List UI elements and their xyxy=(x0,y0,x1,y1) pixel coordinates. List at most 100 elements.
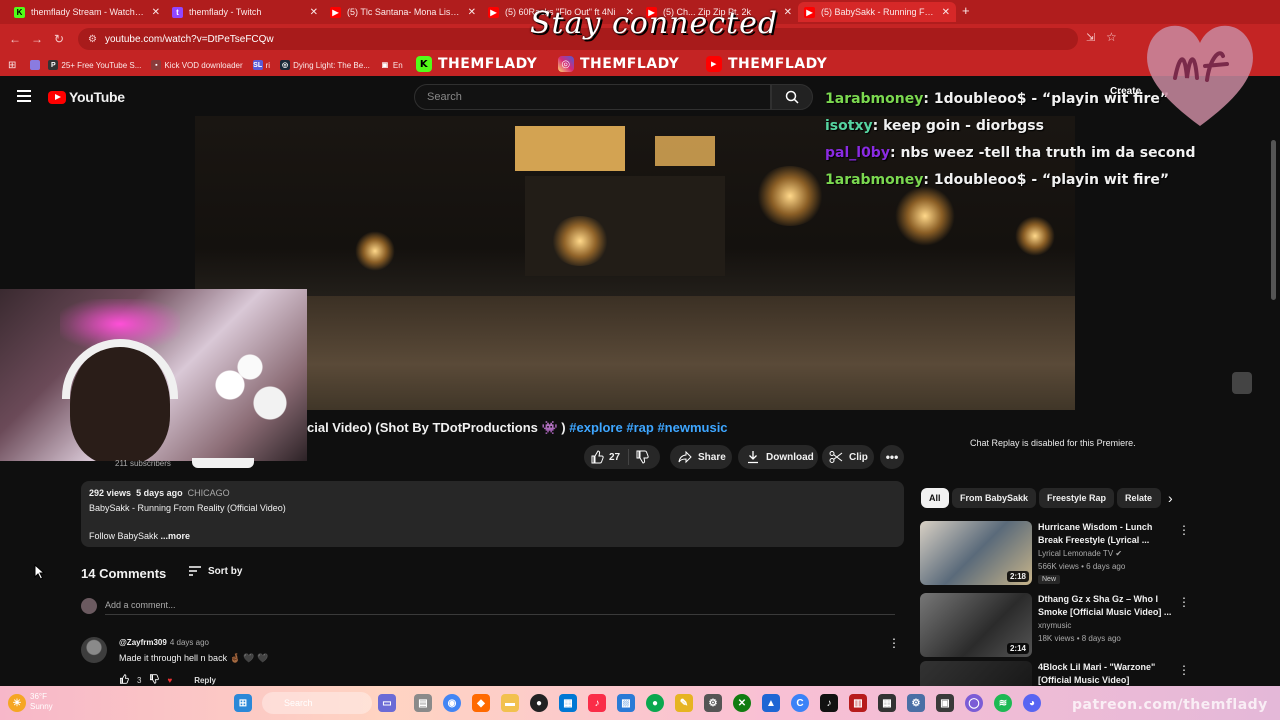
app-icon[interactable]: ◯ xyxy=(965,694,983,712)
hashtag-link[interactable]: #newmusic xyxy=(657,420,727,435)
video-thumbnail[interactable]: 2:14 xyxy=(920,593,1032,657)
bookmark-item[interactable]: P 25+ Free YouTube S... xyxy=(48,60,141,70)
bookmark-item[interactable]: SL ri xyxy=(252,60,270,70)
channel-name[interactable]: Lyrical Lemonade TV xyxy=(1038,549,1113,558)
install-icon[interactable]: ⇲ xyxy=(1086,31,1095,44)
dislike-button[interactable] xyxy=(629,450,655,464)
menu-icon[interactable] xyxy=(17,90,31,102)
reload-icon[interactable]: ↻ xyxy=(48,32,70,46)
store-icon[interactable]: ▦ xyxy=(559,694,577,712)
chrome-icon[interactable]: ◉ xyxy=(443,694,461,712)
comment-author[interactable]: @Zayfrm309 4 days ago xyxy=(119,638,209,647)
xbox-icon[interactable]: ✕ xyxy=(733,694,751,712)
extension-icon[interactable] xyxy=(30,60,41,70)
browser-tab[interactable]: t themflady - Twitch ✕ xyxy=(166,2,324,22)
recommended-channel[interactable]: xnymusic xyxy=(1038,621,1071,630)
chevron-right-icon[interactable]: › xyxy=(1168,490,1173,506)
app-icon[interactable]: ✎ xyxy=(675,694,693,712)
obs-icon[interactable]: ● xyxy=(530,694,548,712)
bookmark-item[interactable]: ◎ Dying Light: The Be... xyxy=(280,60,370,70)
comment-dislike-button[interactable] xyxy=(149,674,160,686)
app-icon[interactable]: ▣ xyxy=(936,694,954,712)
photos-icon[interactable]: ▨ xyxy=(617,694,635,712)
close-tab-icon[interactable]: ✕ xyxy=(310,7,318,18)
app-icon[interactable]: ▦ xyxy=(878,694,896,712)
recommended-video[interactable]: 2:14 Dthang Gz x Sha Gz – Who I Smoke [O… xyxy=(920,593,1190,657)
bookmark-item[interactable]: ▣ En xyxy=(379,60,403,70)
recommended-video[interactable]: 2:18 Hurricane Wisdom - Lunch Break Free… xyxy=(920,521,1190,585)
video-thumbnail[interactable]: 2:18 xyxy=(920,521,1032,585)
description-box[interactable]: 292 views 5 days ago CHICAGO BabySakk - … xyxy=(81,481,904,547)
weather-widget[interactable]: 36°F Sunny xyxy=(30,692,53,712)
music-icon[interactable]: ♪ xyxy=(588,694,606,712)
chip-from-babysakk[interactable]: From BabySakk xyxy=(952,488,1037,508)
recommended-video[interactable]: 4Block Lil Mari - "Warzone" [Official Mu… xyxy=(920,661,1190,686)
search-input[interactable]: Search xyxy=(414,84,771,110)
chip-all[interactable]: All xyxy=(921,488,949,508)
hashtag-link[interactable]: #rap xyxy=(626,420,653,435)
browser-tab[interactable]: K themflady Stream - Watch Live ✕ xyxy=(8,2,166,22)
like-button[interactable]: 27 xyxy=(584,449,630,465)
close-tab-icon[interactable]: ✕ xyxy=(784,7,792,18)
windows-start-icon[interactable]: ⊞ xyxy=(234,694,252,712)
app-icon[interactable]: ▥ xyxy=(849,694,867,712)
share-button[interactable]: Share xyxy=(670,445,732,469)
comment-like-button[interactable] xyxy=(119,674,129,686)
kick-vod-icon: ▪ xyxy=(151,60,162,70)
recommended-title[interactable]: Dthang Gz x Sha Gz – Who I Smoke [Offici… xyxy=(1038,593,1173,619)
more-vert-icon[interactable]: ⋮ xyxy=(1178,523,1190,537)
app-icon[interactable]: ▲ xyxy=(762,694,780,712)
page-scrollbar[interactable] xyxy=(1271,140,1276,300)
download-button[interactable]: Download xyxy=(738,445,818,469)
subscribe-button[interactable] xyxy=(192,458,254,468)
more-vert-icon[interactable]: ⋮ xyxy=(1178,595,1190,609)
taskbar-search[interactable]: Search xyxy=(262,692,372,714)
recommended-title[interactable]: Hurricane Wisdom - Lunch Break Freestyle… xyxy=(1038,521,1173,547)
video-title: cial Video) (Shot By TDotProductions 👾 )… xyxy=(307,420,728,436)
description-follow: Follow BabySakk xyxy=(89,531,159,541)
close-tab-icon[interactable]: ✕ xyxy=(152,7,160,18)
comment-author-name[interactable]: @Zayfrm309 xyxy=(119,638,167,647)
app-icon[interactable]: ● xyxy=(646,694,664,712)
apps-grid-icon[interactable]: ⊞ xyxy=(8,60,16,71)
new-tab-icon[interactable]: + xyxy=(962,3,970,18)
folder-icon[interactable]: ▬ xyxy=(501,694,519,712)
close-tab-icon[interactable]: ✕ xyxy=(468,7,476,18)
sort-comments-button[interactable]: Sort by xyxy=(188,565,242,577)
add-comment-input[interactable]: Add a comment... xyxy=(105,600,176,610)
clip-button[interactable]: Clip xyxy=(822,445,874,469)
file-icon[interactable]: ▤ xyxy=(414,694,432,712)
forward-icon[interactable]: → xyxy=(26,32,48,46)
recommended-channel[interactable]: Lyrical Lemonade TV ✔ xyxy=(1038,549,1122,558)
browser-tab[interactable]: ▶ (5) Tlc Santana- Mona Lisa (@C ✕ xyxy=(324,2,482,22)
youtube-logo[interactable]: YouTube xyxy=(48,89,125,105)
video-thumbnail[interactable] xyxy=(920,661,1032,686)
chip-related[interactable]: Relate xyxy=(1117,488,1161,508)
comment-more-icon[interactable]: ⋮ xyxy=(888,636,900,650)
more-vert-icon[interactable]: ⋮ xyxy=(1178,663,1190,677)
close-tab-icon[interactable]: ✕ xyxy=(942,7,950,18)
site-info-icon[interactable]: ⚙ xyxy=(88,34,97,45)
show-more-link[interactable]: ...more xyxy=(161,531,191,541)
bookmark-star-icon[interactable]: ☆ xyxy=(1106,30,1117,44)
clip-label: Clip xyxy=(849,451,868,463)
recommended-title[interactable]: 4Block Lil Mari - "Warzone" [Official Mu… xyxy=(1038,661,1173,686)
search-button[interactable] xyxy=(771,84,813,110)
weather-icon[interactable]: ☀ xyxy=(8,694,26,712)
app-icon[interactable]: C xyxy=(791,694,809,712)
app-icon[interactable]: ◆ xyxy=(472,694,490,712)
commenter-avatar[interactable] xyxy=(81,637,107,663)
tiktok-icon[interactable]: ♪ xyxy=(820,694,838,712)
app-icon[interactable]: ⚙ xyxy=(704,694,722,712)
reply-button[interactable]: Reply xyxy=(194,676,216,685)
taskview-icon[interactable]: ▭ xyxy=(378,694,396,712)
hashtag-link[interactable]: #explore xyxy=(569,420,622,435)
settings-icon[interactable]: ⚙ xyxy=(907,694,925,712)
discord-icon[interactable]: ◕ xyxy=(1023,694,1041,712)
more-actions-button[interactable]: ••• xyxy=(880,445,904,469)
browser-tab-active[interactable]: ▶ (5) BabySakk - Running From R ✕ xyxy=(798,2,956,22)
spotify-icon[interactable]: ≋ xyxy=(994,694,1012,712)
chip-freestyle-rap[interactable]: Freestyle Rap xyxy=(1039,488,1115,508)
back-icon[interactable]: ← xyxy=(4,32,26,46)
bookmark-item[interactable]: ▪ Kick VOD downloader xyxy=(151,60,243,70)
